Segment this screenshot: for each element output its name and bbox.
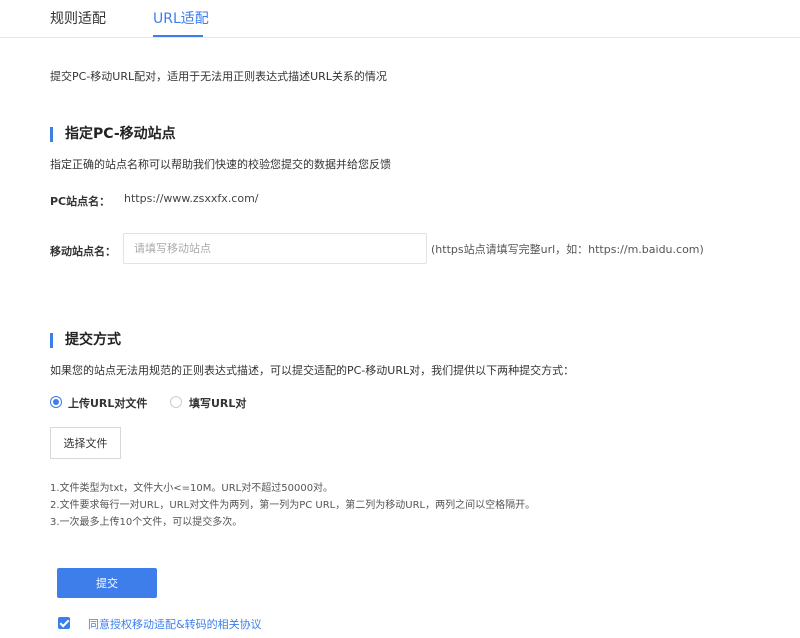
note-line-2: 2.文件要求每行一对URL，URL对文件为两列，第一列为PC URL，第二列为移… xyxy=(50,500,536,511)
agreement-link[interactable]: 同意授权移动适配&转码的相关协议 xyxy=(88,616,262,632)
pc-site-label: PC站点名： xyxy=(50,195,111,208)
note-line-1: 1.文件类型为txt，文件大小<=10M。URL对不超过50000对。 xyxy=(50,483,334,494)
tab-rule-adapt[interactable]: 规则适配 xyxy=(50,8,106,28)
site-section-desc: 指定正确的站点名称可以帮助我们快速的校验您提交的数据并给您反馈 xyxy=(50,158,391,171)
choose-file-button[interactable]: 选择文件 xyxy=(50,427,121,459)
submit-section-title: 提交方式 xyxy=(50,333,121,348)
tab-bar: 规则适配 URL适配 xyxy=(0,0,800,38)
agreement-checkbox[interactable] xyxy=(58,617,70,629)
mobile-site-hint: (https站点请填写完整url，如：https://m.baidu.com) xyxy=(431,243,704,256)
active-tab-indicator xyxy=(153,35,203,37)
intro-text: 提交PC-移动URL配对，适用于无法用正则表达式描述URL关系的情况 xyxy=(50,70,387,83)
submit-section-desc: 如果您的站点无法用规范的正则表达式描述，可以提交适配的PC-移动URL对，我们提… xyxy=(50,364,575,377)
note-line-3: 3.一次最多上传10个文件，可以提交多次。 xyxy=(50,517,243,528)
pc-site-value: https://www.zsxxfx.com/ xyxy=(124,192,259,205)
submit-button[interactable]: 提交 xyxy=(57,568,157,598)
radio-fill-url[interactable] xyxy=(170,396,182,408)
mobile-site-label: 移动站点名： xyxy=(50,245,116,258)
mobile-site-input[interactable] xyxy=(123,233,427,264)
site-section-title: 指定PC-移动站点 xyxy=(50,127,176,142)
tab-url-adapt[interactable]: URL适配 xyxy=(153,8,209,28)
radio-upload-file-label[interactable]: 上传URL对文件 xyxy=(68,395,147,411)
radio-upload-file[interactable] xyxy=(50,396,62,408)
radio-fill-url-label[interactable]: 填写URL对 xyxy=(189,395,246,411)
